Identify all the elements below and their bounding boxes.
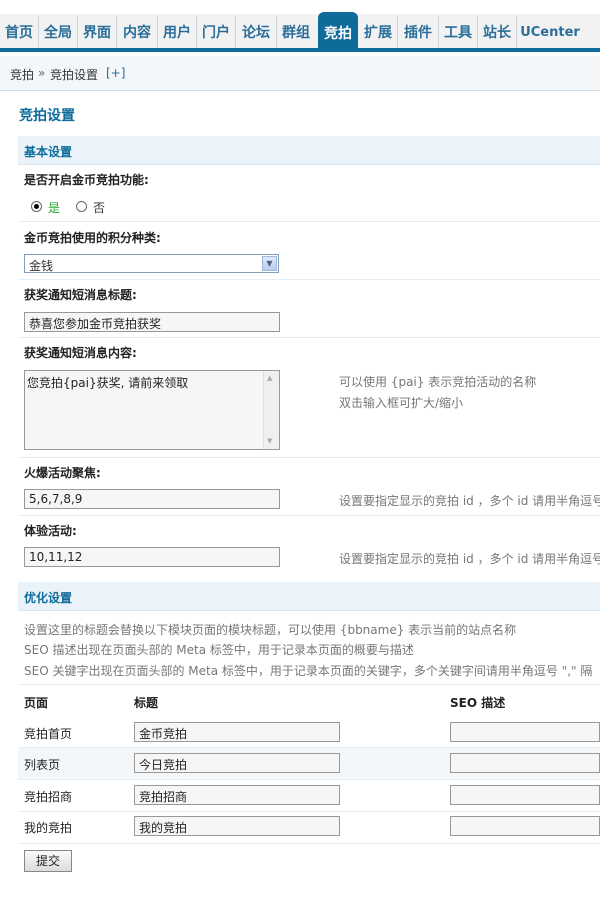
row-page-name: 列表页 [24,758,61,772]
row-seo-description-input[interactable] [450,785,600,805]
enable-no-label[interactable]: 否 [93,199,105,216]
credit-type-select[interactable]: 金钱 ▼ [24,254,279,273]
column-header-seo-description: SEO 描述 [450,696,506,710]
row-page-name: 竞拍首页 [24,727,73,741]
row-title-input[interactable]: 我的竞拍 [134,816,340,836]
message-title-input[interactable]: 恭喜您参加金币竞拍获奖 [24,312,280,332]
divider [18,457,600,458]
table-row: 我的竞拍 我的竞拍 [18,812,600,844]
table-row: 竞拍首页 金币竞拍 [18,716,600,748]
trial-activity-input[interactable]: 10,11,12 [24,547,280,567]
tab-ucenter[interactable]: UCenter [518,16,582,48]
row-page-name: 我的竞拍 [24,821,73,835]
enable-yes-radio[interactable] [31,201,42,212]
scroll-up-icon[interactable]: ▲ [267,374,272,382]
row-seo-description-input[interactable] [450,753,600,773]
row-seo-description-input[interactable] [450,816,600,836]
tab-users[interactable]: 用户 [158,16,197,48]
message-content-value: 您竞拍{pai}获奖, 请前来领取 [27,376,189,390]
tab-global[interactable]: 全局 [39,16,78,48]
basic-settings-header: 基本设置 [18,136,600,165]
tab-home[interactable]: 首页 [0,16,39,48]
seo-settings-title: 优化设置 [24,591,73,605]
enable-auction-label: 是否开启金币竞拍功能: [24,173,149,187]
message-content-textarea[interactable]: 您竞拍{pai}获奖, 请前来领取 ▲ ▼ [24,370,280,450]
table-row: 竞拍招商 竞拍招商 [18,780,600,812]
tab-admin[interactable]: 站长 [478,16,517,48]
basic-settings-title: 基本设置 [24,145,73,159]
enable-yes-label[interactable]: 是 [48,199,60,216]
textarea-scrollbar[interactable]: ▲ ▼ [263,371,279,449]
seo-description-3: SEO 关键字出现在页面头部的 Meta 标签中，用于记录本页面的关键字，多个关… [24,664,593,678]
submit-button[interactable]: 提交 [24,850,72,872]
tab-interface[interactable]: 界面 [78,16,117,48]
tab-forum[interactable]: 论坛 [236,16,277,48]
tab-auction[interactable]: 竞拍 [318,12,358,48]
divider [18,515,600,516]
row-title-input[interactable]: 金币竞拍 [134,722,340,742]
table-row: 列表页 今日竞拍 [18,748,600,780]
breadcrumb-home[interactable]: 竞拍 [10,66,34,83]
divider [18,684,600,685]
seo-settings-header: 优化设置 [18,582,600,611]
message-resize-hint: 双击输入框可扩大/缩小 [339,396,464,410]
breadcrumb-separator: » [38,66,46,80]
message-content-hint: 可以使用 {pai} 表示竞拍活动的名称 [339,375,537,389]
tab-tools[interactable]: 工具 [439,16,478,48]
tab-plugins[interactable]: 插件 [398,16,439,48]
seo-description-2: SEO 描述出现在页面头部的 Meta 标签中，用于记录本页面的概要与描述 [24,643,414,657]
credit-type-label: 金币竞拍使用的积分种类: [24,231,161,245]
row-title-input[interactable]: 竞拍招商 [134,785,340,805]
row-page-name: 竞拍招商 [24,790,73,804]
add-shortcut-link[interactable]: [+] [106,66,125,80]
top-nav: 首页 全局 界面 内容 用户 门户 论坛 群组 竞拍 扩展 插件 工具 站长 U… [0,0,600,52]
enable-no-radio[interactable] [76,201,87,212]
row-title-input[interactable]: 今日竞拍 [134,753,340,773]
page-title: 竞拍设置 [19,108,75,124]
row-seo-description-input[interactable] [450,722,600,742]
credit-type-value: 金钱 [29,259,54,273]
message-title-label: 获奖通知短消息标题: [24,288,137,302]
breadcrumb-current: 竞拍设置 [50,68,99,82]
seo-description-1: 设置这里的标题会替换以下模块页面的模块标题，可以使用 {bbname} 表示当前… [24,623,517,637]
tab-content[interactable]: 内容 [117,16,158,48]
hot-activity-label: 火爆活动聚焦: [24,466,101,480]
trial-activity-label: 体验活动: [24,524,77,538]
divider [18,337,600,338]
trial-activity-hint: 设置要指定显示的竞拍 id ，多个 id 请用半角逗号 [339,552,600,566]
tab-extend[interactable]: 扩展 [359,16,398,48]
divider [18,279,600,280]
scroll-down-icon[interactable]: ▼ [267,437,272,445]
tab-portal[interactable]: 门户 [197,16,236,48]
tab-groups[interactable]: 群组 [277,16,315,48]
column-header-title: 标题 [134,696,159,710]
chevron-down-icon[interactable]: ▼ [262,256,277,271]
column-header-page: 页面 [24,696,49,710]
breadcrumb: 竞拍 » 竞拍设置 [+] [0,56,600,91]
hot-activity-input[interactable]: 5,6,7,8,9 [24,489,280,509]
divider [18,221,600,222]
hot-activity-hint: 设置要指定显示的竞拍 id ，多个 id 请用半角逗号 [339,494,600,508]
message-content-label: 获奖通知短消息内容: [24,346,137,360]
